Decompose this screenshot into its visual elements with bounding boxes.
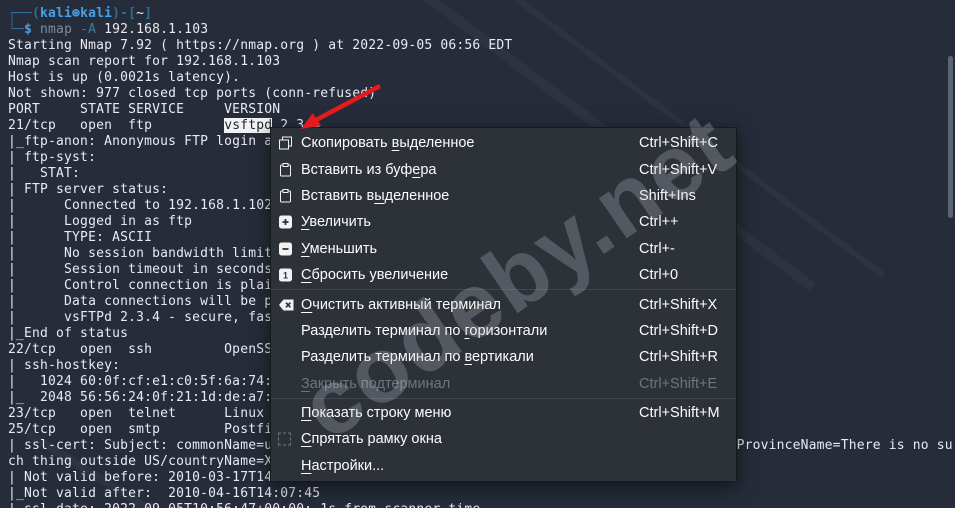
menu-item-settings[interactable]: Настройки...: [271, 453, 736, 479]
menu-item-shortcut: Ctrl+Shift+C: [639, 135, 718, 152]
menu-item-shortcut: Ctrl+0: [639, 267, 679, 284]
terminal-text: ch thing outside US/countryName=XX: [8, 454, 281, 469]
terminal-text: Starting Nmap 7.92 ( https://nmap.org ) …: [8, 38, 513, 53]
checkbox-icon: [278, 432, 295, 447]
menu-item-paste-clipboard[interactable]: Вставить из буфера Ctrl+Shift+V: [271, 156, 736, 182]
menu-item-label: Вставить выделенное: [301, 187, 450, 204]
terminal-text: ]: [144, 6, 153, 21]
terminal-line: Nmap scan report for 192.168.1.103: [8, 54, 953, 70]
terminal-line: Not shown: 977 closed tcp ports (conn-re…: [8, 86, 953, 102]
selected-text: vsftpd: [224, 118, 273, 133]
terminal-text: | Logged in as ftp: [8, 214, 193, 229]
menu-item-shortcut: Ctrl++: [639, 214, 679, 231]
copy-icon: [278, 136, 295, 151]
terminal-text: $: [24, 22, 33, 37]
context-menu: Скопировать выделенное Ctrl+Shift+C Встави…: [270, 127, 737, 483]
menu-item-copy-selection[interactable]: Скопировать выделенное Ctrl+Shift+C: [271, 130, 736, 156]
paste-icon: [278, 162, 295, 177]
menu-item-label: Очистить активный терминал: [301, 296, 501, 313]
terminal-text: 21/tcp open ftp: [8, 118, 225, 133]
menu-item-shortcut: Shift+Ins: [639, 187, 696, 204]
terminal-text: |_Not valid after: 2010-04-16T14:07:45: [8, 486, 321, 501]
terminal-text: ┌──(: [8, 6, 41, 21]
menu-item-split-terminal-vertical[interactable]: Разделить терминал по вертикали Ctrl+Shif…: [271, 344, 736, 370]
svg-text:1: 1: [283, 271, 288, 281]
menu-item-label: Сбросить увеличение: [301, 267, 449, 284]
menu-item-shortcut: Ctrl+Shift+D: [639, 322, 718, 339]
terminal-text: Host is up (0.0021s latency).: [8, 70, 241, 85]
terminal-text: )-[: [112, 6, 137, 21]
zoom-out-icon: [278, 241, 295, 256]
terminal-text: | STAT:: [8, 166, 89, 181]
terminal-text: | No session bandwidth limit: [8, 246, 273, 261]
terminal-text: 192.168.1.103: [96, 22, 209, 37]
terminal-line: Host is up (0.0021s latency).: [8, 70, 953, 86]
menu-item-close-subterminal: Закрыть подтерминал Ctrl+Shift+E: [271, 371, 736, 397]
menu-item-label: Скопировать выделенное: [301, 135, 475, 152]
clear-icon: [278, 297, 295, 312]
paste-icon: [278, 188, 295, 203]
terminal-line: ┌──(kali⊛kali)-[~]: [8, 6, 953, 22]
scrollbar-thumb[interactable]: [948, 56, 953, 218]
terminal-line: └─$ nmap -A 192.168.1.103: [8, 22, 953, 38]
terminal-text: ~: [136, 6, 145, 21]
terminal-text: └─: [8, 22, 25, 37]
menu-item-label: Разделить терминал по вертикали: [301, 349, 534, 366]
menu-item-zoom-in[interactable]: Увеличить Ctrl++: [271, 209, 736, 235]
zoom-reset-icon: 1: [278, 268, 295, 283]
menu-item-shortcut: Ctrl+Shift+E: [639, 375, 718, 392]
terminal-text: | ssh-hostkey:: [8, 358, 129, 373]
terminal-text: kali⊛kali: [40, 6, 113, 21]
terminal-text: | FTP server status:: [8, 182, 169, 197]
menu-item-shortcut: Ctrl+Shift+X: [639, 296, 718, 313]
menu-separator: [271, 397, 736, 399]
terminal-text: -A: [80, 22, 97, 37]
terminal-text: | ftp-syst:: [8, 150, 105, 165]
terminal-line: PORT STATE SERVICE VERSION: [8, 102, 953, 118]
menu-item-shortcut: Ctrl+Shift+V: [639, 161, 718, 178]
menu-item-label: Увеличить: [301, 214, 371, 231]
menu-item-hide-window-borders[interactable]: Спрятать рамку окна: [271, 426, 736, 452]
menu-item-show-menu-bar[interactable]: Показать строку меню Ctrl+Shift+M: [271, 400, 736, 426]
terminal-text: Nmap scan report for 192.168.1.103: [8, 54, 281, 69]
menu-item-label: Разделить терминал по горизонтали: [301, 322, 548, 339]
menu-item-label: Закрыть подтерминал: [301, 375, 451, 392]
menu-item-clear-active-terminal[interactable]: Очистить активный терминал Ctrl+Shift+X: [271, 291, 736, 317]
menu-separator: [271, 289, 736, 291]
terminal-text: PORT STATE SERVICE VERSION: [8, 102, 281, 117]
menu-item-paste-selection[interactable]: Вставить выделенное Shift+Ins: [271, 183, 736, 209]
menu-item-label: Вставить из буфера: [301, 161, 437, 178]
terminal-text: nmap: [40, 22, 73, 37]
terminal-line: |_Not valid after: 2010-04-16T14:07:45: [8, 486, 953, 502]
terminal-line: Starting Nmap 7.92 ( https://nmap.org ) …: [8, 38, 953, 54]
zoom-in-icon: [278, 215, 295, 230]
menu-item-zoom-reset[interactable]: 1 Сбросить увеличение Ctrl+0: [271, 262, 736, 288]
menu-item-shortcut: Ctrl+Shift+M: [639, 405, 720, 422]
menu-item-shortcut: Ctrl+-: [639, 240, 675, 257]
menu-item-zoom-out[interactable]: Уменьшить Ctrl+-: [271, 236, 736, 262]
menu-item-shortcut: Ctrl+Shift+R: [639, 349, 718, 366]
terminal-line: |_ssl-date: 2022-09-05T10:56:47+00:00; 1…: [8, 502, 953, 508]
menu-item-split-terminal-horizontal[interactable]: Разделить терминал по горизонтали Ctrl+Sh…: [271, 318, 736, 344]
menu-item-label: Настройки...: [301, 457, 385, 474]
terminal-text: | Connected to 192.168.1.102: [8, 198, 273, 213]
terminal-window: ┌──(kali⊛kali)-[~] └─$ nmap -A 192.168.1.…: [0, 0, 955, 508]
terminal-text: |_ssl-date: 2022-09-05T10:56:47+00:00; 1…: [8, 502, 488, 508]
menu-item-label: Спрятать рамку окна: [301, 431, 442, 448]
terminal-text: |_End of status: [8, 326, 129, 341]
menu-item-label: Уменьшить: [301, 240, 378, 257]
terminal-text: Not shown: 977 closed tcp ports (conn-re…: [8, 86, 377, 101]
menu-item-label: Показать строку меню: [301, 405, 452, 422]
terminal-text: | TYPE: ASCII: [8, 230, 153, 245]
